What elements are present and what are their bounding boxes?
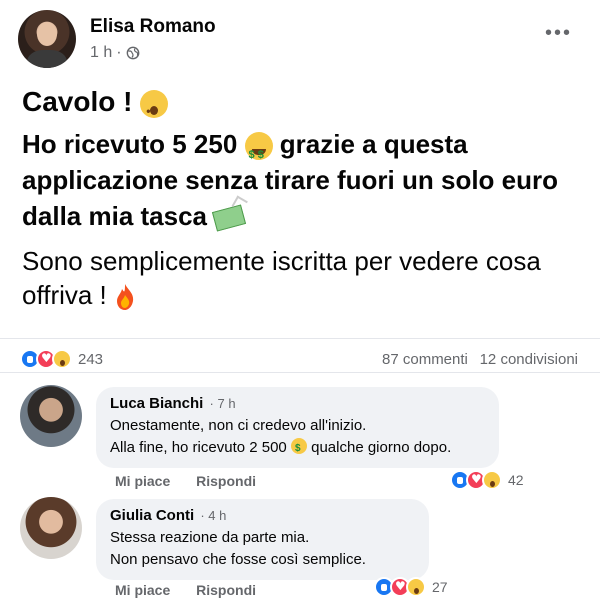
comment-reaction-count: 27 (432, 579, 448, 595)
commenter-avatar[interactable] (20, 385, 82, 447)
commenter-name[interactable]: Giulia Conti (110, 507, 194, 524)
post-header: Elisa Romano 1 h · ••• (18, 10, 582, 70)
post-text-signup: Sono semplicemente iscritta per vedere c… (22, 246, 541, 310)
reply-comment-button[interactable]: Rispondi (196, 582, 256, 598)
comment-time[interactable]: · 7 h (210, 396, 236, 411)
fire-emoji-icon (117, 284, 134, 311)
astonished-emoji-icon (140, 89, 169, 129)
wow-reaction-icon (482, 470, 502, 490)
more-dots-icon[interactable]: ••• (545, 22, 572, 45)
comment-reaction-count: 42 (508, 472, 524, 488)
wow-reaction-icon (52, 349, 72, 369)
comment-text-rest: qualche giorno dopo. (311, 439, 452, 456)
comment-text-amount: Alla fine, ho ricevuto 2 500 (110, 439, 287, 456)
like-comment-button[interactable]: Mi piace (115, 473, 170, 489)
commenter-name[interactable]: Luca Bianchi (110, 395, 203, 412)
author-avatar[interactable] (18, 10, 76, 68)
money-mouth-emoji-icon (290, 438, 307, 459)
comment-header: Luca Bianchi · 7 h (110, 395, 485, 412)
post-meta: 1 h · (90, 44, 140, 62)
post-text-amount: Ho ricevuto 5 250 (22, 129, 238, 159)
comment-text-line: Onestamente, non ci credevo all'inizio. (110, 417, 367, 434)
meta-separator: · (116, 44, 122, 61)
post-line-3: Sono semplicemente iscritta per vedere c… (22, 244, 582, 312)
post-exclamation: Cavolo ! (22, 86, 133, 117)
comment-text-line: Non pensavo che fosse così semplice. (110, 551, 366, 568)
divider (0, 372, 600, 373)
comment-text-line: Stessa reazione da parte mia. (110, 529, 310, 546)
divider (0, 338, 600, 339)
post-stats: 243 87 commenti 12 condivisioni (20, 347, 580, 373)
comment-bubble: Luca Bianchi · 7 h Onestamente, non ci c… (96, 387, 499, 468)
post-line-1: Cavolo ! (22, 84, 582, 129)
comment-time[interactable]: · 4 h (200, 508, 226, 523)
post-time[interactable]: 1 h (90, 44, 112, 62)
comments-count[interactable]: 87 commenti (382, 351, 468, 368)
author-name[interactable]: Elisa Romano (90, 16, 216, 38)
comment-bubble: Giulia Conti · 4 h Stessa reazione da pa… (96, 499, 429, 580)
money-mouth-emoji-icon (244, 132, 273, 173)
comment-header: Giulia Conti · 4 h (110, 507, 415, 524)
post-body: Cavolo ! Ho ricevuto 5 250 grazie a ques… (22, 84, 582, 312)
comment-text-line: Alla fine, ho ricevuto 2 500 qualche gio… (110, 438, 485, 459)
reaction-count: 243 (78, 350, 104, 368)
comment-actions: Mi piace Rispondi (115, 473, 278, 489)
commenter-avatar[interactable] (20, 497, 82, 559)
comment-actions: Mi piace Rispondi (115, 582, 278, 598)
comment-reactions[interactable]: 42 (450, 470, 524, 490)
post-line-2: Ho ricevuto 5 250 grazie a questa applic… (22, 126, 582, 234)
like-comment-button[interactable]: Mi piace (115, 582, 170, 598)
globe-icon (126, 46, 139, 60)
reply-comment-button[interactable]: Rispondi (196, 473, 256, 489)
wow-reaction-icon (406, 577, 426, 597)
shares-count[interactable]: 12 condivisioni (480, 351, 578, 368)
money-with-wings-emoji-icon (212, 204, 247, 232)
reaction-summary[interactable]: 243 (20, 349, 103, 369)
comment-reactions[interactable]: 27 (374, 577, 448, 597)
